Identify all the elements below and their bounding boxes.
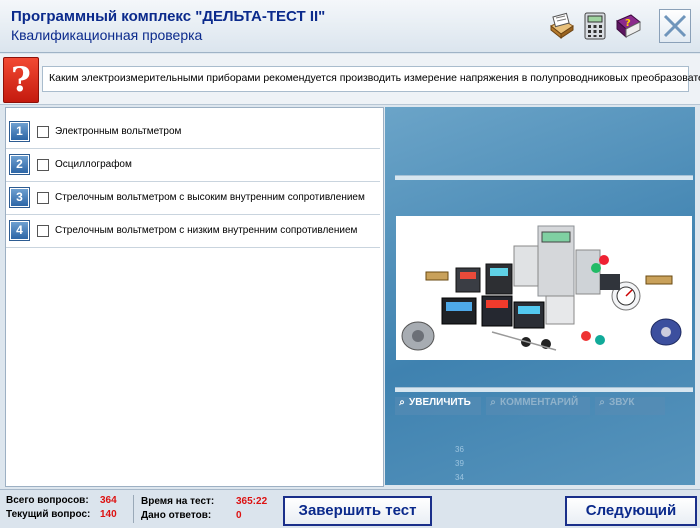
answer-checkbox[interactable] xyxy=(37,159,49,171)
comment-button[interactable]: ⌕ КОММЕНТАРИЙ xyxy=(486,397,590,415)
question-illustration[interactable] xyxy=(396,216,692,360)
question-text: Каким электроизмерительными приборами ре… xyxy=(49,72,700,84)
next-question-button[interactable]: Следующий xyxy=(565,496,697,526)
question-mark-icon: ? xyxy=(3,57,39,103)
magnifier-icon: ⌕ xyxy=(599,397,605,408)
answers-given-value: 0 xyxy=(236,510,242,521)
current-question-value: 140 xyxy=(100,509,117,520)
magnifier-icon: ⌕ xyxy=(490,397,496,408)
sound-button[interactable]: ⌕ ЗВУК xyxy=(595,397,665,415)
answer-label: Стрелочным вольтметром с высоким внутрен… xyxy=(55,192,365,203)
answer-number-badge: 1 xyxy=(9,121,30,142)
app-title: Программный комплекс "ДЕЛЬТА-ТЕСТ II" xyxy=(11,8,326,25)
media-panel: ⌕ УВЕЛИЧИТЬ ⌕ КОММЕНТАРИЙ ⌕ ЗВУК 36 39 34 xyxy=(385,107,695,485)
close-button[interactable] xyxy=(659,9,691,43)
finish-test-button[interactable]: Завершить тест xyxy=(283,496,432,526)
zoom-label: УВЕЛИЧИТЬ xyxy=(409,397,471,408)
answer-option-4[interactable]: 4 Стрелочным вольтметром с низким внутре… xyxy=(6,215,380,248)
calculator-icon[interactable] xyxy=(583,12,607,40)
svg-text:?: ? xyxy=(625,18,631,29)
question-bar: ? Каким электроизмерительными приборами … xyxy=(0,54,700,105)
background-number: 39 xyxy=(455,459,464,468)
answer-number-badge: 4 xyxy=(9,220,30,241)
sound-label: ЗВУК xyxy=(609,397,635,408)
total-questions-value: 364 xyxy=(100,495,117,506)
status-divider xyxy=(133,495,134,523)
close-icon xyxy=(663,14,687,38)
test-time-value: 365:22 xyxy=(236,496,268,507)
app-subtitle: Квалификационная проверка xyxy=(11,27,203,43)
answer-option-2[interactable]: 2 Осциллографом xyxy=(6,149,380,182)
answer-checkbox[interactable] xyxy=(37,225,49,237)
current-question-label: Текущий вопрос: xyxy=(6,509,91,520)
answer-label: Осциллографом xyxy=(55,159,132,170)
status-bar: Всего вопросов: 364 Текущий вопрос: 140 … xyxy=(0,489,700,528)
answer-number-badge: 2 xyxy=(9,154,30,175)
answers-panel: 1 Электронным вольтметром 2 Осциллографо… xyxy=(5,107,384,487)
total-questions-label: Всего вопросов: xyxy=(6,495,89,506)
comment-label: КОММЕНТАРИЙ xyxy=(500,397,579,408)
media-divider xyxy=(395,175,693,180)
answer-checkbox[interactable] xyxy=(37,192,49,204)
test-time-label: Время на тест: xyxy=(141,496,215,507)
answer-number-badge: 3 xyxy=(9,187,30,208)
answer-checkbox[interactable] xyxy=(37,126,49,138)
magnifier-icon: ⌕ xyxy=(399,397,405,408)
notes-icon[interactable] xyxy=(549,12,574,40)
zoom-button[interactable]: ⌕ УВЕЛИЧИТЬ xyxy=(395,397,481,415)
answer-option-1[interactable]: 1 Электронным вольтметром xyxy=(6,116,380,149)
media-divider xyxy=(395,387,693,392)
answer-label: Электронным вольтметром xyxy=(55,126,182,137)
equipment-photo xyxy=(396,216,692,360)
answer-label: Стрелочным вольтметром с низким внутренн… xyxy=(55,225,358,236)
background-number: 34 xyxy=(455,473,464,482)
answer-option-3[interactable]: 3 Стрелочным вольтметром с высоким внутр… xyxy=(6,182,380,215)
answers-given-label: Дано ответов: xyxy=(141,510,212,521)
title-bar: Программный комплекс "ДЕЛЬТА-ТЕСТ II" Кв… xyxy=(0,0,700,53)
help-book-icon[interactable]: ? xyxy=(614,12,641,39)
background-number: 36 xyxy=(455,445,464,454)
question-box: Каким электроизмерительными приборами ре… xyxy=(42,66,700,92)
